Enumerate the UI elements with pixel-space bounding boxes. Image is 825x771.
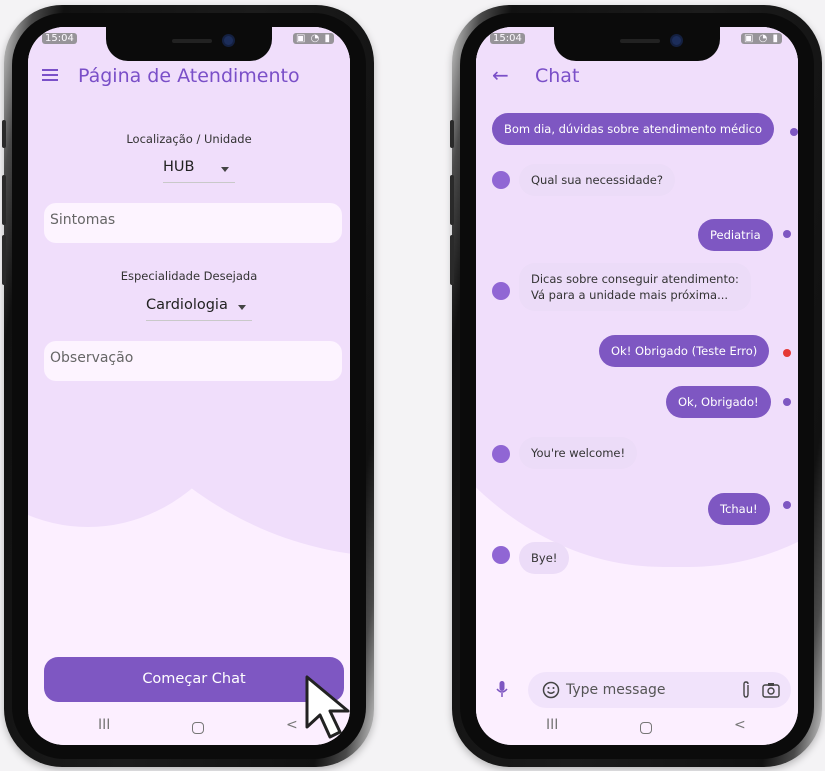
avatar [492, 171, 510, 189]
nav-back-button[interactable]: < [734, 717, 746, 733]
location-label: Localização / Unidade [126, 132, 252, 146]
system-nav-bar: III < [476, 713, 798, 745]
home-button[interactable] [640, 722, 652, 734]
home-button[interactable] [192, 722, 204, 734]
sent-status-icon [783, 230, 791, 238]
message-bubble: Ok! Obrigado (Teste Erro) [599, 335, 770, 367]
status-time: 15:04 [42, 33, 77, 44]
message-input[interactable]: Type message [528, 672, 791, 708]
sent-status-icon [783, 398, 791, 406]
back-arrow-icon[interactable]: ← [492, 63, 509, 87]
location-dropdown[interactable]: HUB [163, 157, 235, 183]
screen-service-page: 15:04 ▣ ◔ ▮ Página de Atendimento Locali… [28, 27, 350, 745]
emoji-icon[interactable] [542, 681, 560, 699]
mic-icon[interactable] [496, 681, 508, 699]
status-icons: ▣ ◔ ▮ [292, 33, 334, 44]
avatar [492, 282, 510, 300]
status-bar: 15:04 ▣ ◔ ▮ [476, 31, 798, 49]
recents-button[interactable]: III [546, 717, 558, 733]
specialty-dropdown[interactable]: Cardiologia [146, 295, 252, 321]
message-bubble: You're welcome! [519, 437, 638, 469]
page-title: Página de Atendimento [78, 65, 300, 87]
avatar [492, 445, 510, 463]
symptoms-field[interactable] [44, 203, 342, 243]
status-time: 15:04 [490, 33, 525, 44]
dropdown-caret-icon [221, 167, 229, 172]
sent-status-icon [783, 501, 791, 509]
message-input-bar: Type message [476, 667, 798, 713]
message-bubble: Tchau! [708, 493, 770, 525]
notes-input[interactable] [50, 350, 330, 366]
status-bar: 15:04 ▣ ◔ ▮ [28, 31, 350, 49]
dropdown-caret-icon [238, 305, 246, 310]
recents-button[interactable]: III [98, 717, 110, 733]
message-bubble: Ok, Obrigado! [666, 386, 771, 418]
phone-frame-right: 15:04 ▣ ◔ ▮ ← Chat Bom dia, dúvidas sobr… [450, 5, 822, 767]
specialty-value: Cardiologia [146, 297, 228, 313]
message-bubble: Qual sua necessidade? [519, 164, 675, 196]
status-icons: ▣ ◔ ▮ [740, 33, 782, 44]
notes-field[interactable] [44, 341, 342, 381]
symptoms-input[interactable] [50, 212, 330, 228]
specialty-label: Especialidade Desejada [120, 269, 258, 283]
attach-icon[interactable] [741, 681, 751, 699]
cursor-icon [305, 675, 350, 739]
message-bubble: Pediatria [698, 219, 773, 251]
phone-frame-left: 15:04 ▣ ◔ ▮ Página de Atendimento Locali… [2, 5, 374, 767]
app-bar: ← Chat [476, 59, 798, 97]
message-bubble: Bom dia, dúvidas sobre atendimento médic… [492, 113, 775, 145]
error-status-icon [783, 349, 791, 357]
menu-icon[interactable] [42, 69, 58, 81]
message-placeholder: Type message [566, 682, 666, 698]
message-bubble: Dicas sobre conseguir atendimento: Vá pa… [519, 263, 751, 311]
message-bubble: Bye! [519, 542, 570, 574]
app-bar: Página de Atendimento [28, 59, 350, 97]
avatar [492, 546, 510, 564]
screen-chat: 15:04 ▣ ◔ ▮ ← Chat Bom dia, dúvidas sobr… [476, 27, 798, 745]
location-value: HUB [163, 159, 195, 175]
camera-icon[interactable] [762, 682, 780, 698]
sent-status-icon [790, 128, 798, 136]
nav-back-button[interactable]: < [286, 717, 298, 733]
page-title: Chat [535, 65, 580, 87]
